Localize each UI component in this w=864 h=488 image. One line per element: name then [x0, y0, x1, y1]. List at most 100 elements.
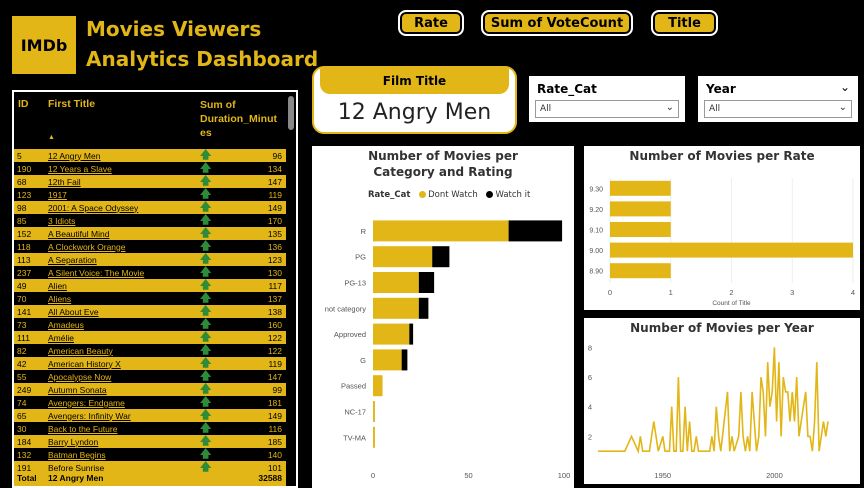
- sort-asc-icon[interactable]: ▲: [48, 134, 55, 141]
- x-tick-label: 100: [558, 471, 571, 480]
- bar-dont-watch: [373, 349, 402, 371]
- row-id: 152: [17, 228, 32, 239]
- rate-cat-dropdown[interactable]: All ⌄: [535, 100, 679, 118]
- title-button[interactable]: Title: [651, 10, 718, 36]
- table-row[interactable]: 113 A Separation 🡅 123: [14, 253, 286, 266]
- sum-votecount-button[interactable]: Sum of VoteCount: [481, 10, 633, 36]
- row-title[interactable]: Alien: [48, 281, 67, 291]
- table-row[interactable]: 152 A Beautiful Mind 🡅 135: [14, 227, 286, 240]
- chevron-down-icon[interactable]: ⌄: [840, 80, 850, 94]
- table-row[interactable]: 249 Autumn Sonata 🡅 99: [14, 383, 286, 396]
- row-id: 5: [17, 150, 22, 161]
- row-title[interactable]: A Separation: [48, 255, 97, 265]
- row-title[interactable]: 12 Years a Slave: [48, 164, 112, 174]
- row-id: 30: [17, 423, 27, 434]
- row-title[interactable]: A Beautiful Mind: [48, 229, 109, 239]
- row-title[interactable]: 2001: A Space Odyssey: [48, 203, 138, 213]
- row-title[interactable]: 3 Idiots: [48, 216, 75, 226]
- y-tick-label: 8.90: [589, 269, 603, 276]
- movies-table: ID First Title Sum of Duration_Minut es …: [12, 90, 298, 488]
- arrow-up-icon: 🡅: [200, 188, 212, 200]
- col-duration-line2: Duration_Minut: [200, 113, 277, 125]
- row-title[interactable]: American Beauty: [48, 346, 113, 356]
- row-duration: 147: [267, 371, 282, 382]
- col-id[interactable]: ID: [18, 98, 29, 110]
- row-title[interactable]: Apocalypse Now: [48, 372, 111, 382]
- rate-button[interactable]: Rate: [398, 10, 464, 36]
- row-title[interactable]: Batman Begins: [48, 450, 106, 460]
- bar-dont-watch: [373, 323, 410, 345]
- arrow-up-icon: 🡅: [200, 318, 212, 330]
- row-id: 111: [17, 332, 30, 343]
- table-row[interactable]: 70 Aliens 🡅 137: [14, 292, 286, 305]
- table-row[interactable]: 5 12 Angry Men 🡅 96: [14, 149, 286, 162]
- x-tick-label: 1: [669, 288, 673, 297]
- table-row[interactable]: 65 Avengers: Infinity War 🡅 149: [14, 409, 286, 422]
- arrow-up-icon: 🡅: [200, 162, 212, 174]
- table-row[interactable]: 82 American Beauty 🡅 122: [14, 344, 286, 357]
- rate-cat-value: All: [540, 104, 552, 114]
- row-title[interactable]: A Silent Voice: The Movie: [48, 268, 144, 278]
- arrow-up-icon: 🡅: [200, 331, 212, 343]
- y-tick-label: 9.00: [589, 248, 603, 255]
- row-duration: 123: [267, 254, 282, 265]
- col-duration[interactable]: Sum of Duration_Minut es: [200, 98, 277, 140]
- arrow-up-icon: 🡅: [200, 357, 212, 369]
- row-title[interactable]: Autumn Sonata: [48, 385, 107, 395]
- table-row[interactable]: 111 Amélie 🡅 122: [14, 331, 286, 344]
- table-row[interactable]: 55 Apocalypse Now 🡅 147: [14, 370, 286, 383]
- row-title[interactable]: Before Sunrise: [48, 463, 104, 473]
- bar-dont-watch: [373, 220, 509, 242]
- row-title[interactable]: Back to the Future: [48, 424, 117, 434]
- row-title[interactable]: Avengers: Endgame: [48, 398, 125, 408]
- table-scrollbar[interactable]: [288, 96, 294, 130]
- table-row[interactable]: 118 A Clockwork Orange 🡅 136: [14, 240, 286, 253]
- bar-dont-watch: [373, 246, 433, 268]
- arrow-up-icon: 🡅: [200, 383, 212, 395]
- row-id: 118: [17, 241, 31, 252]
- bar-dont-watch: [373, 375, 383, 397]
- row-title[interactable]: All About Eve: [48, 307, 99, 317]
- row-id: 65: [17, 410, 27, 421]
- row-title[interactable]: Amélie: [48, 333, 74, 343]
- row-id: 184: [17, 436, 32, 447]
- table-row[interactable]: 132 Batman Begins 🡅 140: [14, 448, 286, 461]
- row-duration: 134: [267, 163, 282, 174]
- table-row[interactable]: 98 2001: A Space Odyssey 🡅 149: [14, 201, 286, 214]
- row-id: 132: [17, 449, 32, 460]
- row-title[interactable]: Barry Lyndon: [48, 437, 98, 447]
- table-row[interactable]: 184 Barry Lyndon 🡅 185: [14, 435, 286, 448]
- row-title[interactable]: A Clockwork Orange: [48, 242, 125, 252]
- table-row[interactable]: 42 American History X 🡅 119: [14, 357, 286, 370]
- table-row[interactable]: 85 3 Idiots 🡅 170: [14, 214, 286, 227]
- bar-dont-watch: [373, 401, 375, 422]
- row-title[interactable]: 12 Angry Men: [48, 151, 100, 161]
- y-tick-label: Approved: [334, 330, 366, 339]
- row-title[interactable]: American History X: [48, 359, 121, 369]
- table-row[interactable]: 237 A Silent Voice: The Movie 🡅 130: [14, 266, 286, 279]
- row-title[interactable]: Avengers: Infinity War: [48, 411, 131, 421]
- arrow-up-icon: 🡅: [200, 227, 212, 239]
- table-row[interactable]: 68 12th Fail 🡅 147: [14, 175, 286, 188]
- table-row[interactable]: 123 1917 🡅 119: [14, 188, 286, 201]
- film-title-card: Film Title 12 Angry Men: [312, 66, 517, 134]
- table-row[interactable]: 190 12 Years a Slave 🡅 134: [14, 162, 286, 175]
- row-duration: 138: [267, 306, 282, 317]
- arrow-up-icon: 🡅: [200, 149, 212, 161]
- row-title[interactable]: 1917: [48, 190, 67, 200]
- row-title[interactable]: Aliens: [48, 294, 71, 304]
- year-dropdown[interactable]: All ⌄: [704, 100, 852, 118]
- row-id: 141: [17, 306, 32, 317]
- row-title[interactable]: Amadeus: [48, 320, 84, 330]
- x-tick-label: 3: [790, 288, 794, 297]
- table-row[interactable]: 30 Back to the Future 🡅 116: [14, 422, 286, 435]
- table-row[interactable]: 141 All About Eve 🡅 138: [14, 305, 286, 318]
- table-row[interactable]: 49 Alien 🡅 117: [14, 279, 286, 292]
- table-row[interactable]: 74 Avengers: Endgame 🡅 181: [14, 396, 286, 409]
- row-title[interactable]: 12th Fail: [48, 177, 81, 187]
- col-first-title[interactable]: First Title: [48, 98, 95, 110]
- bar-dont-watch: [373, 426, 375, 448]
- year-chart: Number of Movies per Year 2 4 6 8 1950 2000: [584, 318, 860, 484]
- table-row[interactable]: 73 Amadeus 🡅 160: [14, 318, 286, 331]
- y-tick-label: PG: [355, 253, 366, 262]
